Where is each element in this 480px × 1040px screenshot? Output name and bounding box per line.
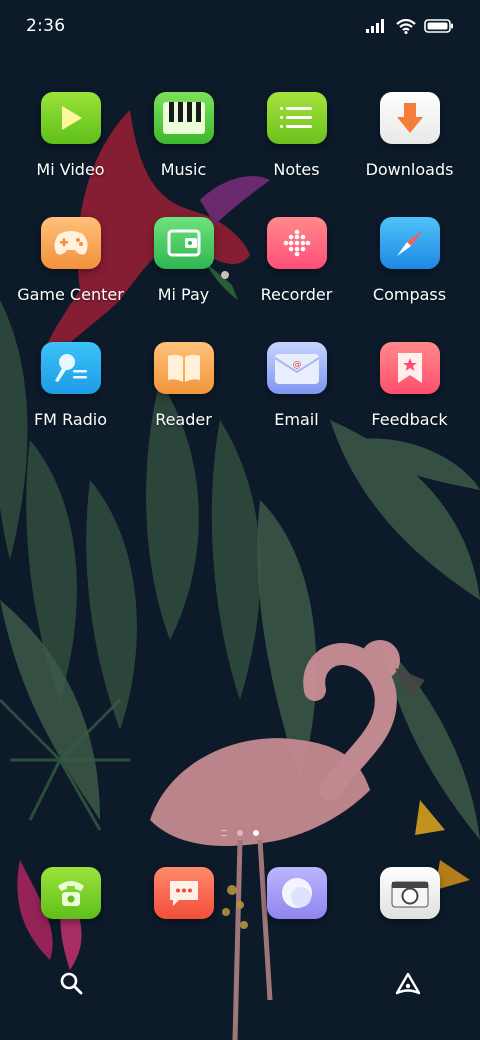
app-label: Mi Video [36, 160, 105, 179]
dock-messaging[interactable] [127, 867, 240, 919]
status-icons [366, 18, 454, 34]
app-reader[interactable]: Reader [127, 342, 240, 444]
app-label: Reader [155, 410, 212, 429]
wifi-icon [396, 18, 416, 34]
battery-icon [424, 19, 453, 33]
browser-orb-icon [266, 867, 327, 919]
page-indicator[interactable] [0, 830, 480, 836]
signal-icon [366, 19, 384, 33]
page-indicator-list[interactable] [221, 830, 227, 836]
play-icon [40, 92, 101, 144]
app-label: Game Center [17, 285, 124, 304]
dock [0, 867, 480, 919]
app-label: Recorder [260, 285, 333, 304]
page-dot-active[interactable] [253, 830, 259, 836]
camera-icon [379, 867, 440, 919]
app-fm-radio[interactable]: FM Radio [14, 342, 127, 444]
app-email[interactable]: @ Email [240, 342, 353, 444]
app-compass[interactable]: Compass [353, 217, 466, 319]
open-book-icon [153, 342, 214, 394]
app-feedback[interactable]: Feedback [353, 342, 466, 444]
app-label: Feedback [371, 410, 448, 429]
app-grid: Mi Video Music Notes Downloads Game Cent… [0, 92, 480, 444]
app-label: Music [160, 160, 207, 179]
chat-bubble-icon [153, 867, 214, 919]
app-recorder[interactable]: Recorder [240, 217, 353, 319]
dock-camera[interactable] [353, 867, 466, 919]
app-mi-video[interactable]: Mi Video [14, 92, 127, 194]
app-game-center[interactable]: Game Center [14, 217, 127, 319]
status-bar: 2:36 [0, 0, 480, 52]
search-button[interactable] [56, 968, 88, 1000]
app-label: Mi Pay [157, 285, 210, 304]
dock-browser[interactable] [240, 867, 353, 919]
dock-phone[interactable] [14, 867, 127, 919]
status-time: 2:36 [26, 16, 66, 36]
wallet-icon [153, 217, 214, 269]
compass-needle-icon [379, 217, 440, 269]
bookmark-star-icon [379, 342, 440, 394]
svg-text:@: @ [292, 360, 301, 370]
page-dot[interactable] [237, 830, 243, 836]
app-label: FM Radio [33, 410, 108, 429]
app-label: Notes [273, 160, 320, 179]
app-notes[interactable]: Notes [240, 92, 353, 194]
bottom-bar [0, 958, 480, 1010]
piano-icon [153, 92, 214, 144]
download-arrow-icon [379, 92, 440, 144]
list-icon [266, 92, 327, 144]
dots-grid-icon [266, 217, 327, 269]
app-label: Downloads [365, 160, 454, 179]
search-icon [60, 972, 83, 995]
microphone-icon [40, 342, 101, 394]
envelope-icon: @ [266, 342, 327, 394]
app-label: Compass [372, 285, 447, 304]
app-mi-pay[interactable]: Mi Pay [127, 217, 240, 319]
assistant-icon [395, 972, 421, 995]
app-label: Email [274, 410, 319, 429]
app-music[interactable]: Music [127, 92, 240, 194]
app-downloads[interactable]: Downloads [353, 92, 466, 194]
assistant-button[interactable] [392, 968, 424, 1000]
gamepad-icon [40, 217, 101, 269]
phone-icon [40, 867, 101, 919]
